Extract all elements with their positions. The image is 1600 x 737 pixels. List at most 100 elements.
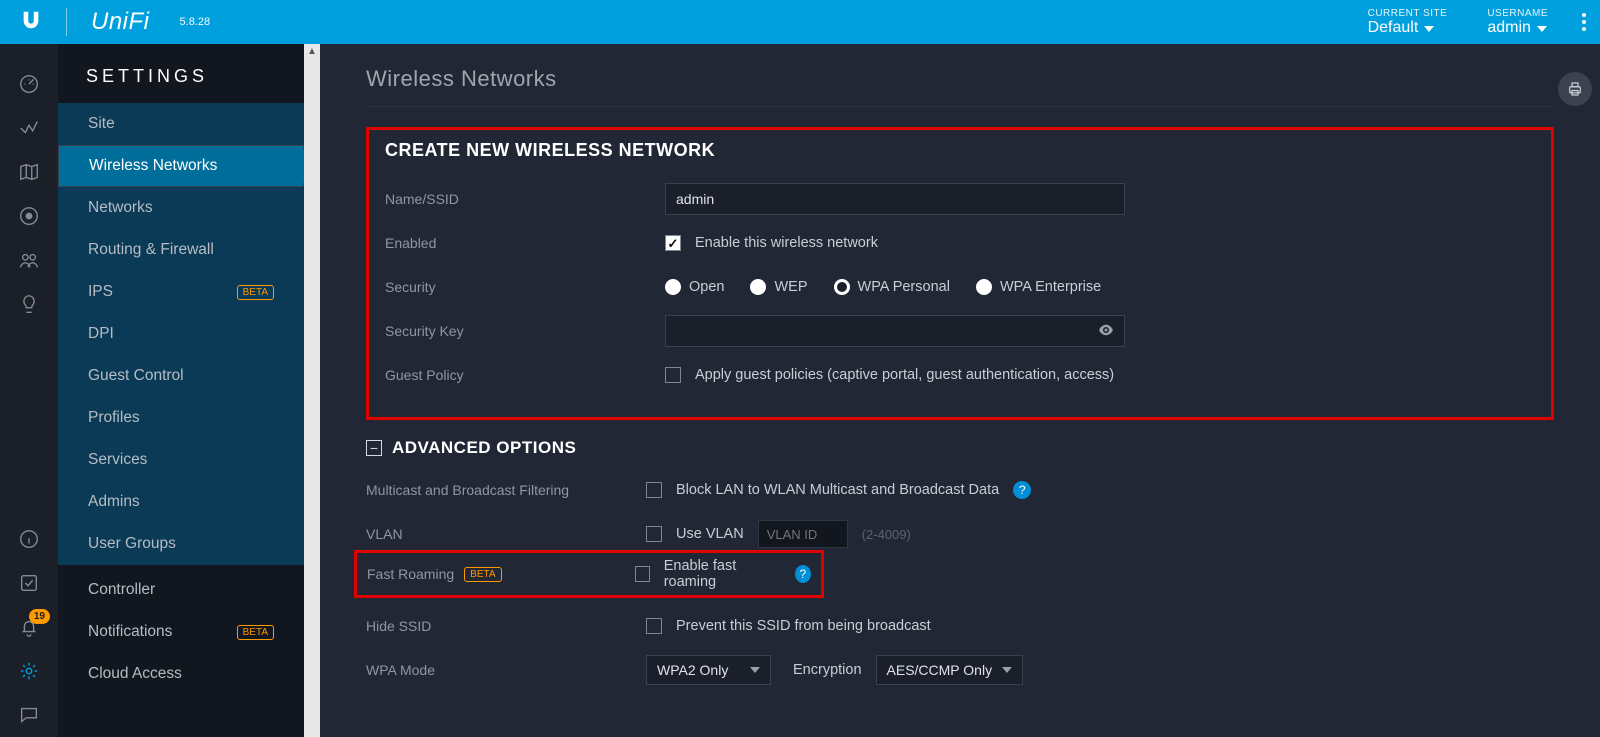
sidebar-item-guest-control[interactable]: Guest Control: [58, 355, 304, 397]
sidebar-item-label: Services: [88, 451, 147, 469]
scroll-up-icon[interactable]: ▲: [307, 46, 317, 57]
scrollbar[interactable]: ▲: [304, 44, 320, 737]
brand-label: UniFi: [91, 8, 150, 36]
enabled-text: Enable this wireless network: [695, 235, 878, 251]
encryption-label: Encryption: [793, 662, 862, 678]
divider: [366, 106, 1554, 107]
insights-icon[interactable]: [0, 282, 58, 326]
security-wpa-personal-radio[interactable]: WPA Personal: [834, 279, 950, 295]
map-icon[interactable]: [0, 150, 58, 194]
hide-ssid-checkbox[interactable]: [646, 618, 662, 634]
panel-title: CREATE NEW WIRELESS NETWORK: [385, 140, 1535, 161]
content-area: ▲ Wireless Networks CREATE NEW WIRELESS …: [304, 44, 1600, 737]
guest-policy-checkbox[interactable]: [665, 367, 681, 383]
advanced-options-header[interactable]: − ADVANCED OPTIONS: [366, 438, 1554, 458]
field-label-fast-roaming: Fast Roaming: [367, 566, 454, 582]
vlan-checkbox[interactable]: [646, 526, 662, 542]
sidebar-item-notifications[interactable]: Notifications BETA: [58, 611, 304, 653]
select-value: WPA2 Only: [657, 662, 728, 678]
statistics-icon[interactable]: [0, 106, 58, 150]
sidebar-item-ips[interactable]: IPS BETA: [58, 271, 304, 313]
chevron-down-icon: [1537, 19, 1547, 37]
info-icon[interactable]: [0, 517, 58, 561]
print-icon[interactable]: [1558, 72, 1592, 106]
icon-rail: 19: [0, 44, 58, 737]
sidebar-item-services[interactable]: Services: [58, 439, 304, 481]
sidebar-item-cloud-access[interactable]: Cloud Access: [58, 653, 304, 695]
sidebar-item-label: User Groups: [88, 535, 176, 553]
devices-icon[interactable]: [0, 194, 58, 238]
topbar: UniFi 5.8.28 CURRENT SITE Default USERNA…: [0, 0, 1600, 44]
sidebar-item-controller[interactable]: Controller: [58, 569, 304, 611]
alerts-icon[interactable]: 19: [0, 605, 58, 649]
chat-icon[interactable]: [0, 693, 58, 737]
separator: [66, 8, 67, 36]
field-label-guest-policy: Guest Policy: [385, 367, 665, 383]
sidebar-item-label: Guest Control: [88, 367, 184, 385]
radio-label: WPA Enterprise: [1000, 279, 1101, 295]
security-wep-radio[interactable]: WEP: [750, 279, 807, 295]
encryption-select[interactable]: AES/CCMP Only: [876, 655, 1024, 685]
help-icon[interactable]: ?: [1013, 481, 1031, 499]
vlan-text: Use VLAN: [676, 526, 744, 542]
sidebar-item-dpi[interactable]: DPI: [58, 313, 304, 355]
events-icon[interactable]: [0, 561, 58, 605]
clients-icon[interactable]: [0, 238, 58, 282]
field-label-wpa-mode: WPA Mode: [366, 662, 646, 678]
settings-title: SETTINGS: [58, 44, 304, 103]
security-wpa-enterprise-radio[interactable]: WPA Enterprise: [976, 279, 1101, 295]
alerts-badge: 19: [29, 609, 50, 624]
enabled-checkbox[interactable]: [665, 235, 681, 251]
chevron-down-icon: [1002, 665, 1012, 676]
sidebar-item-user-groups[interactable]: User Groups: [58, 523, 304, 565]
username-selector[interactable]: USERNAME admin: [1467, 0, 1568, 44]
field-label-security-key: Security Key: [385, 323, 665, 339]
sidebar-item-profiles[interactable]: Profiles: [58, 397, 304, 439]
page-title: Wireless Networks: [366, 66, 1554, 92]
sidebar-item-routing-firewall[interactable]: Routing & Firewall: [58, 229, 304, 271]
sidebar-item-label: Notifications: [88, 623, 172, 641]
security-key-input[interactable]: [665, 315, 1125, 347]
multicast-text: Block LAN to WLAN Multicast and Broadcas…: [676, 482, 999, 498]
chevron-down-icon: [1424, 19, 1434, 37]
select-value: AES/CCMP Only: [887, 662, 993, 678]
sidebar-item-site[interactable]: Site: [58, 103, 304, 145]
fast-roaming-checkbox[interactable]: [635, 566, 650, 582]
field-label-enabled: Enabled: [385, 235, 665, 251]
vlan-id-input[interactable]: [758, 520, 848, 548]
current-site-label: CURRENT SITE: [1368, 8, 1448, 19]
create-wlan-panel: CREATE NEW WIRELESS NETWORK Name/SSID En…: [366, 127, 1554, 420]
help-icon[interactable]: ?: [795, 565, 811, 583]
sidebar-item-wireless-networks[interactable]: Wireless Networks: [58, 145, 304, 187]
settings-icon[interactable]: [0, 649, 58, 693]
wpa-mode-select[interactable]: WPA2 Only: [646, 655, 771, 685]
settings-sidebar: SETTINGS Site Wireless Networks Networks…: [58, 44, 304, 737]
sidebar-item-label: DPI: [88, 325, 114, 343]
beta-badge: BETA: [237, 625, 274, 640]
field-label-vlan: VLAN: [366, 526, 646, 542]
username-value: admin: [1487, 19, 1531, 37]
current-site-selector[interactable]: CURRENT SITE Default: [1348, 0, 1468, 44]
sidebar-item-label: Routing & Firewall: [88, 241, 214, 259]
field-label-security: Security: [385, 279, 665, 295]
more-menu-icon[interactable]: [1568, 13, 1600, 31]
security-open-radio[interactable]: Open: [665, 279, 724, 295]
sidebar-item-networks[interactable]: Networks: [58, 187, 304, 229]
ssid-input[interactable]: [665, 183, 1125, 215]
sidebar-item-label: Wireless Networks: [89, 157, 217, 175]
dashboard-icon[interactable]: [0, 62, 58, 106]
field-label-hide-ssid: Hide SSID: [366, 618, 646, 634]
sidebar-item-label: IPS: [88, 283, 113, 301]
vlan-hint: (2-4009): [862, 527, 911, 542]
radio-label: WPA Personal: [858, 279, 950, 295]
beta-badge: BETA: [237, 285, 274, 300]
advanced-title: ADVANCED OPTIONS: [392, 438, 576, 458]
field-label-multicast: Multicast and Broadcast Filtering: [366, 482, 646, 498]
multicast-checkbox[interactable]: [646, 482, 662, 498]
guest-policy-text: Apply guest policies (captive portal, gu…: [695, 367, 1114, 383]
collapse-icon[interactable]: −: [366, 440, 382, 456]
username-label: USERNAME: [1487, 8, 1548, 19]
beta-badge: BETA: [464, 567, 501, 582]
show-password-icon[interactable]: [1097, 321, 1115, 343]
sidebar-item-admins[interactable]: Admins: [58, 481, 304, 523]
